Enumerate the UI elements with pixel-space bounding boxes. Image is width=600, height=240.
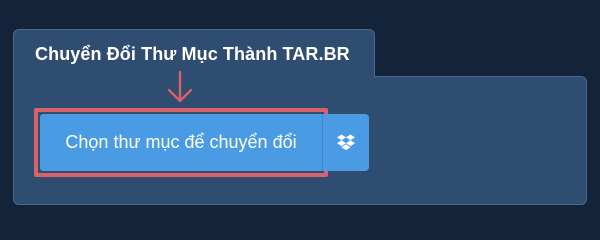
page-title: Chuyển Đổi Thư Mục Thành TAR.BR (35, 44, 350, 64)
panel-seam (14, 74, 374, 78)
dropbox-icon (337, 134, 355, 151)
arrow-down-icon (167, 70, 193, 103)
choose-folder-button[interactable]: Chọn thư mục để chuyển đổi (40, 114, 322, 171)
dropbox-button[interactable] (322, 114, 369, 171)
